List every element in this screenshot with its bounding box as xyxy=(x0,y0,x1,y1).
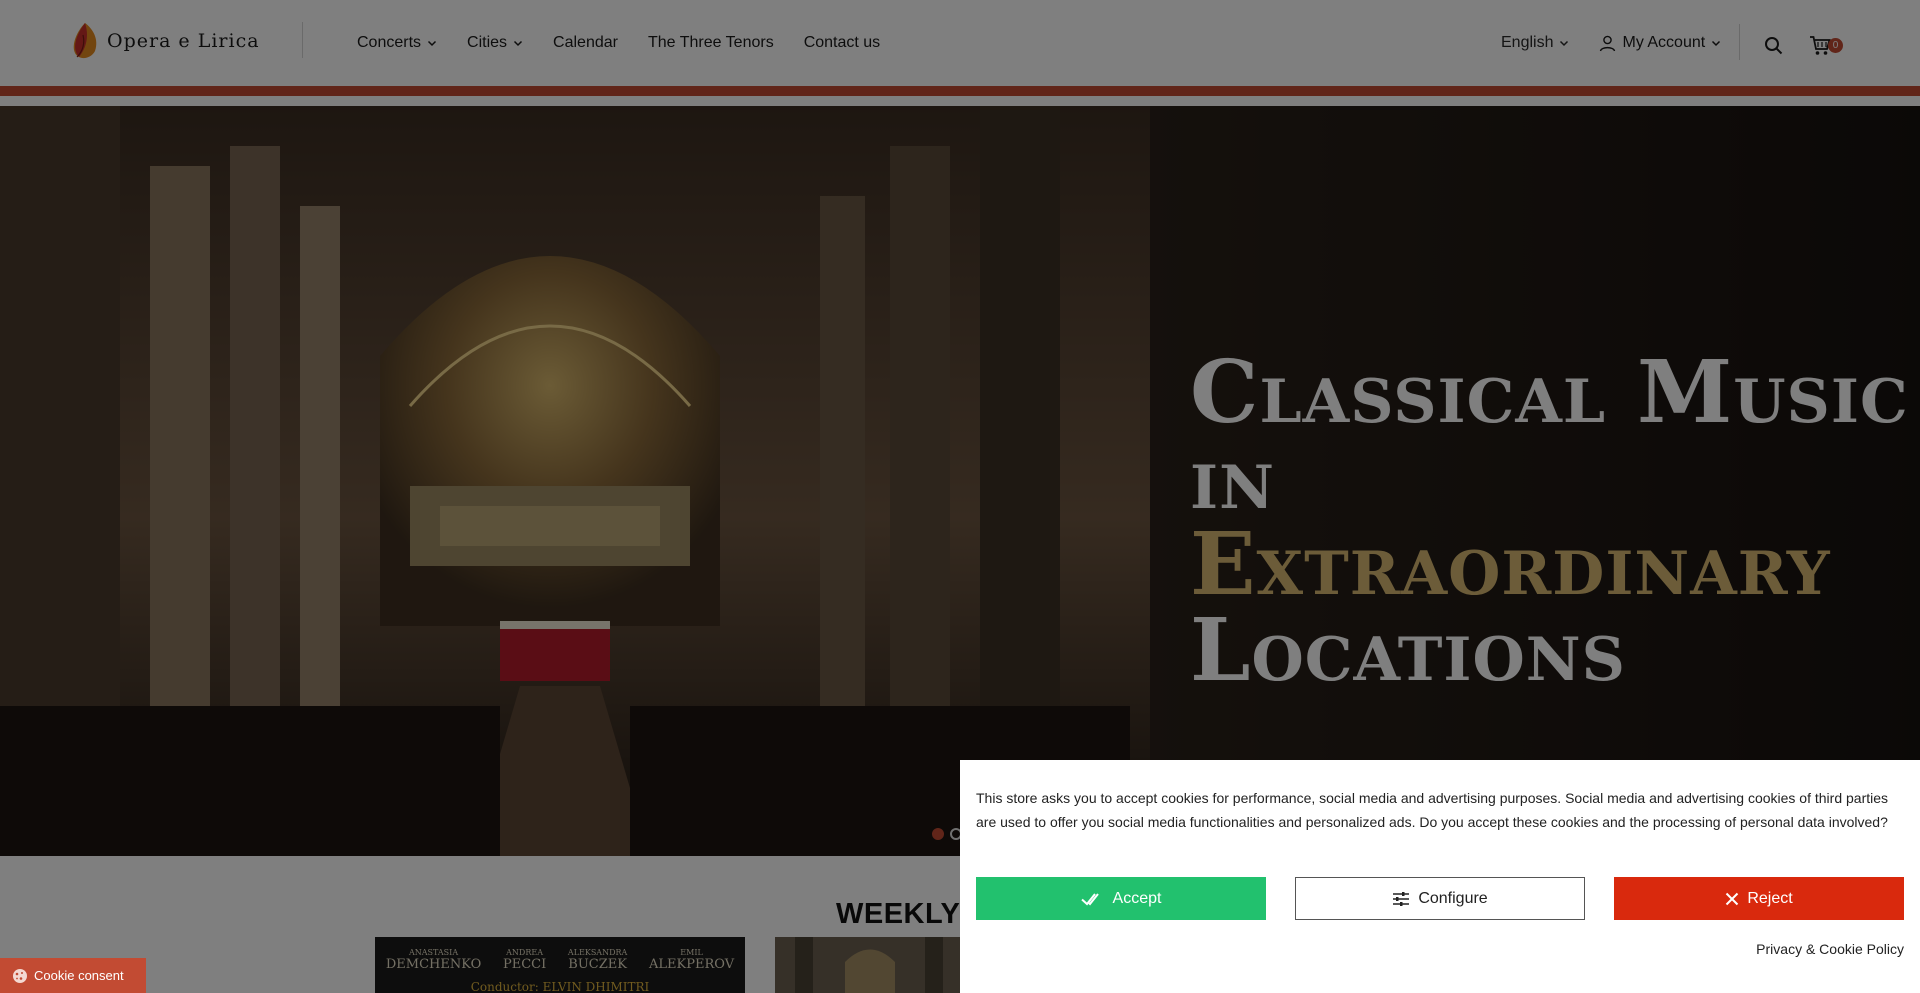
configure-label: Configure xyxy=(1418,889,1488,907)
sliders-icon xyxy=(1393,891,1410,906)
cookie-message: This store asks you to accept cookies fo… xyxy=(976,790,1889,830)
accept-label: Accept xyxy=(1112,889,1162,907)
privacy-policy-link[interactable]: Privacy & Cookie Policy xyxy=(1756,941,1904,957)
configure-button[interactable]: Configure xyxy=(1295,877,1585,920)
reject-button[interactable]: Reject xyxy=(1614,877,1904,920)
close-icon xyxy=(1726,892,1739,905)
accept-button[interactable]: Accept xyxy=(976,877,1266,920)
cookie-icon xyxy=(13,968,27,983)
reject-label: Reject xyxy=(1747,889,1793,907)
double-check-icon xyxy=(1080,892,1099,905)
cookie-consent-tab[interactable]: Cookie consent xyxy=(0,958,146,993)
cookie-consent-dialog: This store asks you to accept cookies fo… xyxy=(960,760,1920,993)
cookie-tab-label: Cookie consent xyxy=(34,968,124,983)
